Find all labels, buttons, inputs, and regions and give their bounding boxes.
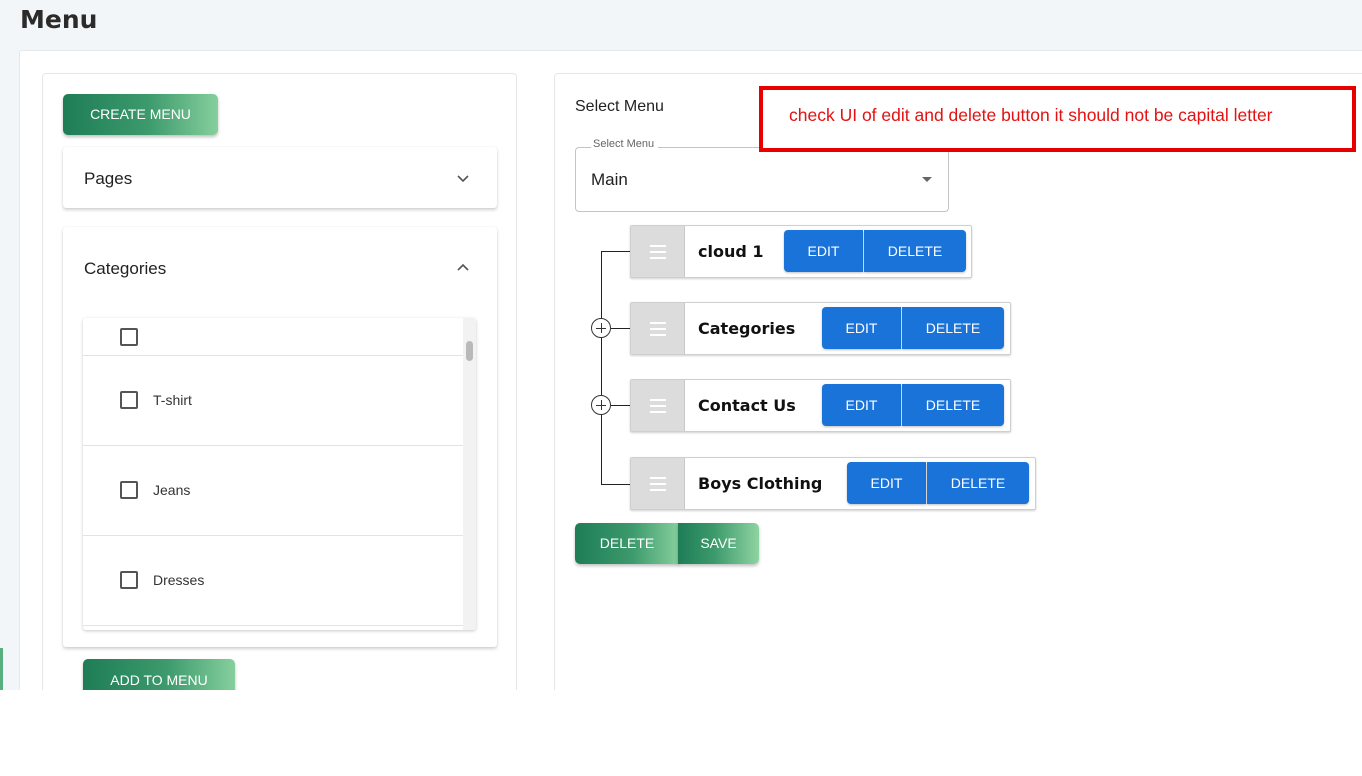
delete-button[interactable]: DELETE <box>927 462 1029 504</box>
tree-connector <box>601 251 630 252</box>
tree-connector <box>601 484 630 485</box>
categories-list: T-shirt Jeans Dresses <box>83 318 476 630</box>
plus-circle-icon[interactable] <box>591 395 611 415</box>
create-menu-button[interactable]: CREATE MENU <box>63 94 218 135</box>
list-item[interactable]: Jeans <box>83 446 463 536</box>
menu-item[interactable]: Boys Clothing EDIT DELETE <box>630 457 1036 510</box>
category-checkbox[interactable] <box>120 391 138 409</box>
menu-item-label: Boys Clothing <box>698 474 823 493</box>
category-label: Jeans <box>153 482 191 498</box>
left-edge-accent <box>0 648 3 690</box>
categories-accordion-label: Categories <box>84 259 167 278</box>
select-menu-dropdown[interactable] <box>575 147 949 212</box>
pages-accordion-label: Pages <box>84 169 133 188</box>
list-item[interactable] <box>83 318 463 356</box>
menu-item[interactable]: cloud 1 EDIT DELETE <box>630 225 972 278</box>
category-label: Dresses <box>153 572 205 588</box>
drag-handle-icon[interactable] <box>631 226 685 277</box>
edit-button[interactable]: EDIT <box>847 462 926 504</box>
scrollbar-thumb[interactable] <box>466 341 473 361</box>
delete-button[interactable]: DELETE <box>902 307 1004 349</box>
app-window: Menu CREATE MENU Pages Categories T-shir… <box>0 0 1362 690</box>
drag-handle-icon[interactable] <box>631 303 685 354</box>
select-menu-title: Select Menu <box>575 98 664 115</box>
caret-down-icon[interactable] <box>922 177 932 182</box>
menu-item[interactable]: Contact Us EDIT DELETE <box>630 379 1011 432</box>
category-checkbox[interactable] <box>120 328 138 346</box>
delete-menu-button[interactable]: DELETE <box>575 523 679 564</box>
list-item[interactable]: T-shirt <box>83 356 463 446</box>
tree-connector <box>611 405 630 406</box>
plus-circle-icon[interactable] <box>591 318 611 338</box>
drag-handle-icon[interactable] <box>631 458 685 509</box>
list-item[interactable]: Dresses <box>83 536 463 626</box>
categories-scrollbar[interactable] <box>463 318 476 630</box>
menu-item-label: cloud 1 <box>698 242 764 261</box>
save-menu-button[interactable]: SAVE <box>678 523 759 564</box>
chevron-up-icon[interactable] <box>456 261 470 275</box>
chevron-down-icon[interactable] <box>456 171 470 185</box>
edit-button[interactable]: EDIT <box>784 230 863 272</box>
annotation-box: check UI of edit and delete button it sh… <box>759 86 1356 152</box>
category-checkbox[interactable] <box>120 571 138 589</box>
category-label: T-shirt <box>153 392 192 408</box>
page-title: Menu <box>20 5 98 34</box>
pages-accordion[interactable]: Pages <box>63 147 497 208</box>
annotation-text: check UI of edit and delete button it sh… <box>789 105 1273 125</box>
select-menu-legend: Select Menu <box>591 138 659 150</box>
drag-handle-icon[interactable] <box>631 380 685 431</box>
menu-item-label: Contact Us <box>698 396 796 415</box>
edit-button[interactable]: EDIT <box>822 307 901 349</box>
delete-button[interactable]: DELETE <box>864 230 966 272</box>
edit-button[interactable]: EDIT <box>822 384 901 426</box>
tree-connector <box>611 328 630 329</box>
delete-button[interactable]: DELETE <box>902 384 1004 426</box>
add-to-menu-button[interactable]: ADD TO MENU <box>83 659 235 690</box>
category-checkbox[interactable] <box>120 481 138 499</box>
menu-item-label: Categories <box>698 319 796 338</box>
tree-connector <box>601 251 602 485</box>
select-menu-value[interactable]: Main <box>591 170 628 190</box>
menu-item[interactable]: Categories EDIT DELETE <box>630 302 1011 355</box>
